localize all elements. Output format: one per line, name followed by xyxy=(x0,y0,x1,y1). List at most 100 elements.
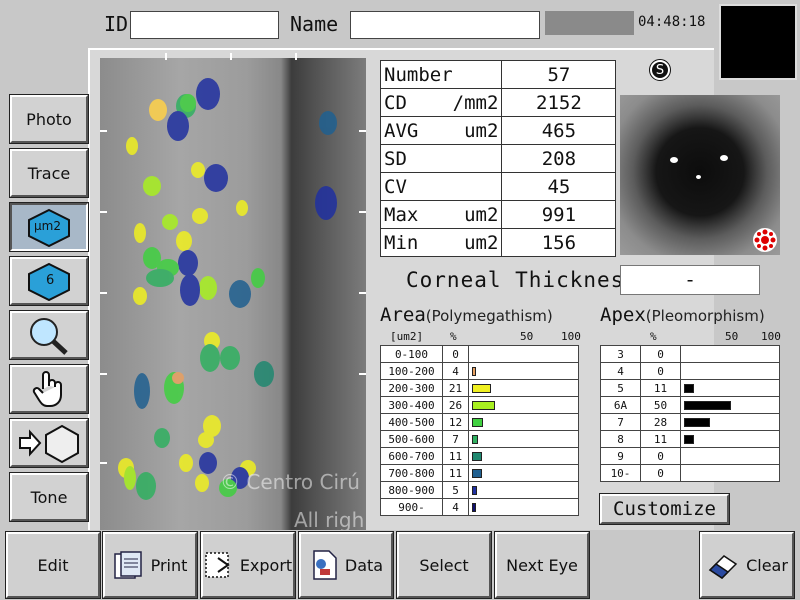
apex-sides: 4 xyxy=(600,362,641,380)
apex-count-label: 6 xyxy=(46,273,55,288)
next-eye-button[interactable]: Next Eye xyxy=(494,531,590,599)
stat-label: SD xyxy=(379,144,503,173)
trace-button[interactable]: Trace xyxy=(9,148,89,198)
magnifier-icon xyxy=(30,318,68,355)
apex-bar-cell xyxy=(680,430,780,448)
area-row: 200-300 21 xyxy=(380,379,579,397)
stat-value: 45 xyxy=(501,172,617,201)
clear-button[interactable]: Clear xyxy=(699,531,795,599)
tick-mark xyxy=(100,373,107,375)
tick-mark xyxy=(165,53,167,60)
area-percent: 11 xyxy=(442,447,469,465)
area-bar xyxy=(472,401,496,410)
area-unit-button[interactable]: μm2 xyxy=(9,202,89,252)
edit-button[interactable]: Edit xyxy=(5,531,101,599)
area-scale-50: 50 xyxy=(520,330,534,343)
printer-icon xyxy=(113,551,142,579)
area-percent: 11 xyxy=(442,464,469,482)
stats-row: Number 57 xyxy=(379,60,617,89)
stat-label: Max um2 xyxy=(379,200,503,229)
apex-title: Apex xyxy=(600,304,646,326)
arrow-hexagon-icon xyxy=(19,424,79,464)
stat-label: CV xyxy=(379,172,503,201)
pan-button[interactable] xyxy=(9,364,89,414)
data-button[interactable]: Data xyxy=(298,531,394,599)
tick-mark xyxy=(100,130,107,132)
apex-sides: 5 xyxy=(600,379,641,397)
export-icon xyxy=(205,552,230,578)
id-label: ID xyxy=(104,12,129,36)
area-range: 100-200 xyxy=(380,362,443,380)
data-file-icon xyxy=(313,550,337,580)
select-button[interactable]: Select xyxy=(396,531,492,599)
next-eye-label: Next Eye xyxy=(506,555,578,575)
area-range: 800-900 xyxy=(380,481,443,499)
apex-row: 10- 0 xyxy=(600,464,780,482)
stats-table: Number 57 CD /mm2 2152 AVG um2 465 SD 208 CV 45 Ma… xyxy=(379,60,617,257)
area-distribution-table: 0-100 0 100-200 4 200-300 21 300-400 26 400-500 1… xyxy=(380,345,579,516)
customize-label: Customize xyxy=(613,498,716,520)
apex-subtitle: (Pleomorphism) xyxy=(645,307,765,325)
area-range: 300-400 xyxy=(380,396,443,414)
area-range: 900- xyxy=(380,498,443,516)
print-button[interactable]: Print xyxy=(102,531,198,599)
eraser-icon xyxy=(708,555,738,579)
area-row: 700-800 11 xyxy=(380,464,579,482)
area-percent: 12 xyxy=(442,413,469,431)
apex-count-button[interactable]: 6 xyxy=(9,256,89,306)
area-row: 900- 4 xyxy=(380,498,579,516)
status-bar xyxy=(545,11,634,35)
area-bar xyxy=(472,486,477,495)
apex-pct-header: % xyxy=(650,330,657,343)
area-percent: 5 xyxy=(442,481,469,499)
preview-thumbnail xyxy=(719,4,797,80)
area-percent: 21 xyxy=(442,379,469,397)
watermark-line1: © Centro Cirú xyxy=(220,470,360,494)
tick-mark xyxy=(359,211,366,213)
export-button[interactable]: Export xyxy=(200,531,296,599)
photo-button[interactable]: Photo xyxy=(9,94,89,144)
area-pct-header: % xyxy=(450,330,457,343)
name-field[interactable] xyxy=(350,11,540,39)
area-bar xyxy=(472,367,476,376)
trace-button-label: Trace xyxy=(27,163,71,183)
zoom-button[interactable] xyxy=(9,310,89,360)
tone-button[interactable]: Tone xyxy=(9,472,89,522)
customize-button[interactable]: Customize xyxy=(599,493,730,525)
id-field[interactable] xyxy=(130,11,279,39)
tick-mark xyxy=(100,211,107,213)
reflection xyxy=(696,175,701,179)
area-percent: 0 xyxy=(442,345,469,363)
stats-row: SD 208 xyxy=(379,144,617,173)
select-label: Select xyxy=(419,555,469,575)
stat-value: 57 xyxy=(501,60,617,89)
apex-scale-50: 50 xyxy=(725,330,739,343)
apex-row: 5 11 xyxy=(600,379,780,397)
apex-bar xyxy=(684,435,695,444)
stat-value: 2152 xyxy=(501,88,617,117)
tick-mark xyxy=(359,130,366,132)
apex-sides: 7 xyxy=(600,413,641,431)
stat-label: CD /mm2 xyxy=(379,88,503,117)
apex-sides: 9 xyxy=(600,447,641,465)
apex-bar-cell xyxy=(680,447,780,465)
apex-percent: 28 xyxy=(640,413,681,431)
apex-row: 6A 50 xyxy=(600,396,780,414)
area-bar-cell xyxy=(468,498,579,516)
area-bar xyxy=(472,452,482,461)
apex-sides: 3 xyxy=(600,345,641,363)
apex-bar-cell xyxy=(680,413,780,431)
area-percent: 26 xyxy=(442,396,469,414)
tick-mark xyxy=(230,53,232,60)
stat-label: Number xyxy=(379,60,503,89)
eye-photo xyxy=(620,95,780,255)
area-range: 400-500 xyxy=(380,413,443,431)
tick-mark xyxy=(359,292,366,294)
apex-row: 40 xyxy=(600,362,780,380)
apex-bar xyxy=(684,401,731,410)
stats-row: Max um2 991 xyxy=(379,200,617,229)
area-bar xyxy=(472,418,483,427)
endothelium-image: © Centro Cirú All righ xyxy=(100,58,366,530)
select-cell-button[interactable] xyxy=(9,418,89,468)
area-percent: 4 xyxy=(442,498,469,516)
